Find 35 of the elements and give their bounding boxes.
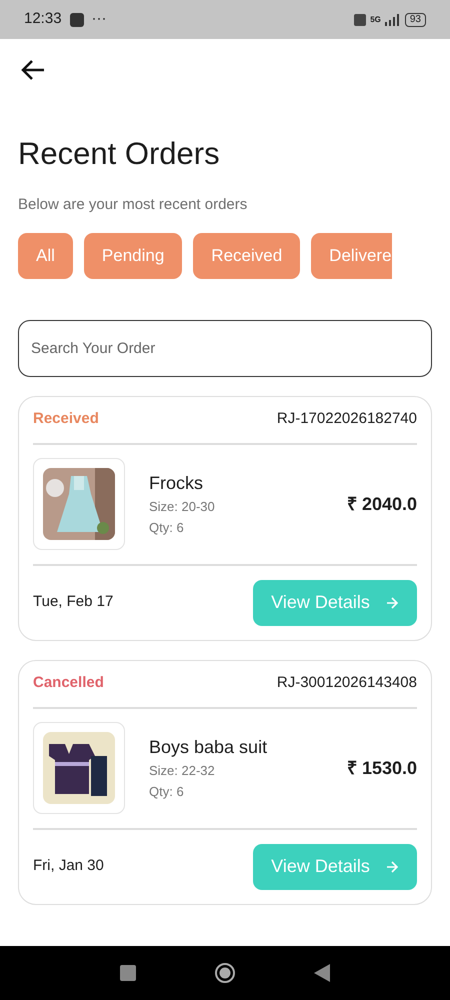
page-subtitle: Below are your most recent orders: [18, 195, 248, 216]
notification-dots: ···: [92, 9, 107, 30]
arrow-right-icon: [386, 860, 399, 873]
order-price: ₹ 1530.0: [346, 756, 417, 780]
product-size: Size: 22-32: [149, 762, 216, 780]
product-name: Boys baba suit: [149, 736, 268, 759]
volte-icon: [354, 14, 366, 26]
view-details-button[interactable]: View Details: [253, 580, 417, 626]
back-icon[interactable]: [314, 964, 330, 982]
home-icon[interactable]: [214, 962, 236, 984]
filter-chip[interactable]: Delivere: [311, 232, 392, 279]
arrow-right-icon: [386, 596, 399, 609]
product-size: Size: 20-30: [149, 498, 216, 516]
status-time: 12:33: [24, 9, 62, 30]
page-title: Recent Orders: [18, 135, 221, 172]
order-date: Tue, Feb 17: [33, 592, 114, 612]
product-name: Frocks: [149, 472, 204, 495]
order-id: RJ-30012026143408: [276, 673, 417, 694]
order-price: ₹ 2040.0: [346, 492, 417, 516]
filter-chip[interactable]: Pending: [84, 232, 182, 279]
product-quantity: Qty: 6: [149, 782, 185, 801]
battery-level: 93: [404, 12, 426, 26]
filter-chip[interactable]: All: [18, 232, 73, 279]
filter-chip[interactable]: Received: [193, 232, 300, 279]
product-quantity: Qty: 6: [149, 518, 185, 537]
order-status: Cancelled: [33, 673, 104, 694]
signal-icon: [384, 14, 401, 26]
search-field[interactable]: Search Your Order: [18, 320, 432, 377]
order-status: Received: [33, 409, 99, 430]
order-id: RJ-17022026182740: [276, 409, 417, 430]
view-details-button[interactable]: View Details: [253, 844, 417, 890]
order-date: Fri, Jan 30: [33, 856, 104, 876]
back-arrow-icon[interactable]: [20, 59, 46, 81]
network-type: 5G: [370, 14, 381, 26]
app-icon: [70, 12, 84, 26]
